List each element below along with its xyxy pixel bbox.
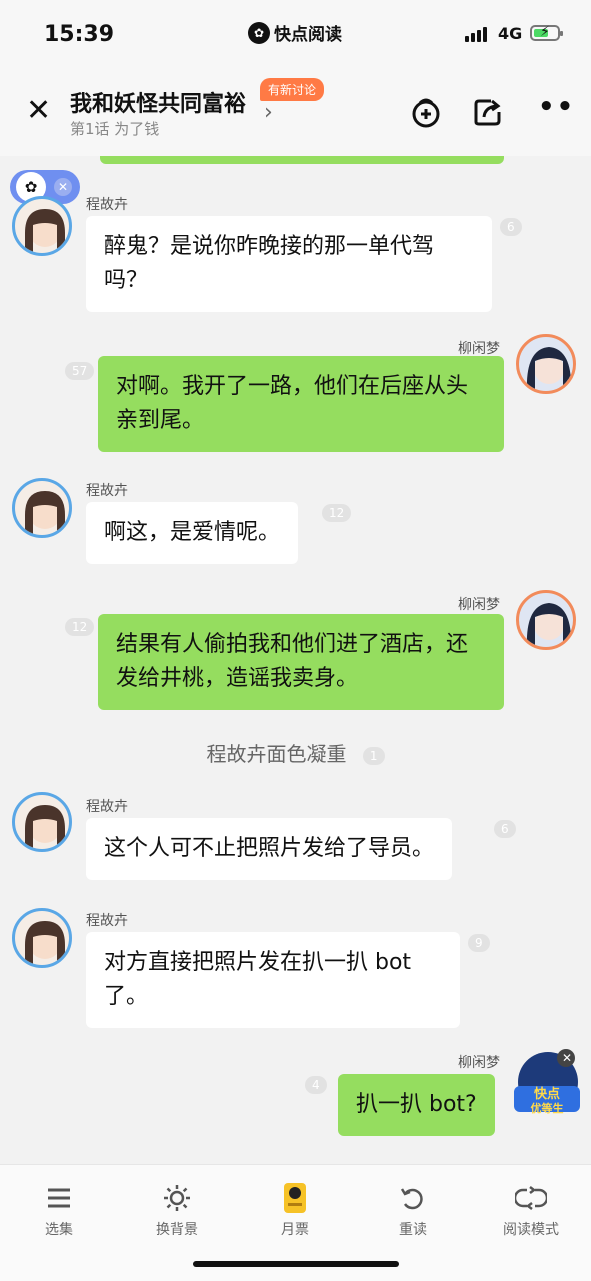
previous-bubble	[100, 156, 504, 164]
promo-text: 快点	[533, 1087, 560, 1102]
chevron-right-icon[interactable]: ›	[264, 100, 273, 125]
avatar[interactable]	[12, 196, 72, 256]
tab-label: 重读	[399, 1222, 427, 1238]
narration-line[interactable]: 程故卉面色凝重 1	[0, 738, 591, 767]
reader-header: ✕ 我和妖怪共同富裕 第1话 为了钱 有新讨论 › ••	[0, 70, 591, 156]
comment-count[interactable]: 1	[362, 746, 385, 765]
message-bubble[interactable]: 对啊。我开了一路，他们在后座从头亲到尾。	[98, 356, 504, 452]
message-bubble[interactable]: 啊这，是爱情呢。	[86, 502, 299, 564]
comment-count[interactable]: 9	[468, 934, 490, 952]
message-bubble[interactable]: 醉鬼？是说你昨晚接的那一单代驾吗？	[86, 216, 492, 312]
sun-icon	[132, 1181, 222, 1215]
avatar[interactable]	[516, 590, 576, 650]
app-indicator: ✿ 快点阅读	[248, 20, 342, 45]
loop-icon	[486, 1181, 576, 1215]
message-bubble[interactable]: 扒一扒 bot?	[338, 1074, 495, 1136]
message-bubble[interactable]: 这个人可不止把照片发给了导员。	[86, 818, 453, 880]
share-icon[interactable]	[468, 92, 508, 132]
comment-count[interactable]: 6	[494, 820, 516, 838]
tab-label: 阅读模式	[503, 1222, 559, 1238]
replay-icon	[368, 1181, 458, 1215]
comment-count[interactable]: 6	[500, 218, 522, 236]
sender-name: 柳闲梦	[458, 1055, 500, 1071]
tab-episodes[interactable]: 选集	[14, 1181, 104, 1239]
sender-name: 程故卉	[86, 799, 128, 815]
add-bag-icon[interactable]	[406, 92, 446, 132]
app-name: 快点阅读	[274, 25, 342, 45]
signal-icon	[465, 26, 487, 42]
comment-count[interactable]: 12	[65, 618, 95, 636]
message-bubble[interactable]: 对方直接把照片发在扒一扒 bot了。	[86, 932, 460, 1028]
tab-reading-mode[interactable]: 阅读模式	[486, 1181, 576, 1239]
story-title[interactable]: 我和妖怪共同富裕	[70, 86, 246, 118]
avatar[interactable]	[12, 908, 72, 968]
menu-icon	[14, 1181, 104, 1215]
home-indicator[interactable]	[193, 1261, 399, 1267]
tab-background[interactable]: 换背景	[132, 1181, 222, 1239]
status-bar: 15:39 ✿ 快点阅读 4G ⚡	[0, 0, 591, 70]
avatar[interactable]	[516, 334, 576, 394]
more-icon[interactable]: ••	[538, 92, 575, 122]
comment-count[interactable]: 12	[322, 504, 352, 522]
avatar[interactable]	[12, 792, 72, 852]
tab-monthly-ticket[interactable]: 月票	[250, 1181, 340, 1239]
tab-label: 换背景	[156, 1222, 198, 1238]
narration-text: 程故卉面色凝重	[206, 742, 347, 766]
status-time: 15:39	[44, 22, 115, 47]
ticket-icon	[250, 1181, 340, 1215]
tab-reread[interactable]: 重读	[368, 1181, 458, 1239]
close-icon[interactable]: ✕	[558, 1049, 576, 1067]
promo-badge[interactable]: 快点 优等生 ✕	[512, 1048, 582, 1128]
sender-name: 柳闲梦	[458, 597, 500, 613]
sender-name: 程故卉	[86, 483, 128, 499]
paw-icon: ✿	[248, 21, 270, 44]
avatar[interactable]	[12, 478, 72, 538]
close-icon[interactable]: ✕	[54, 178, 72, 196]
message-bubble[interactable]: 结果有人偷拍我和他们进了酒店，还发给井桃，造谣我卖身。	[98, 614, 504, 710]
tab-label: 月票	[281, 1222, 309, 1238]
comment-count[interactable]: 4	[305, 1076, 327, 1094]
new-discussion-badge[interactable]: 有新讨论	[260, 78, 325, 101]
sender-name: 程故卉	[86, 913, 128, 929]
comment-count[interactable]: 57	[65, 362, 95, 380]
battery-icon: ⚡	[530, 24, 563, 41]
network-type: 4G	[498, 24, 523, 43]
promo-text: 优等生	[530, 1102, 564, 1115]
sender-name: 程故卉	[86, 197, 128, 213]
close-icon[interactable]: ✕	[26, 96, 51, 126]
sender-name: 柳闲梦	[458, 341, 500, 357]
tab-label: 选集	[45, 1222, 73, 1238]
chapter-subtitle: 第1话 为了钱	[70, 120, 160, 138]
chat-area[interactable]: ✿ ✕ 程故卉 醉鬼？是说你昨晚接的那一单代驾吗？ 6 柳闲梦 对啊。我开了一路…	[0, 156, 591, 1164]
